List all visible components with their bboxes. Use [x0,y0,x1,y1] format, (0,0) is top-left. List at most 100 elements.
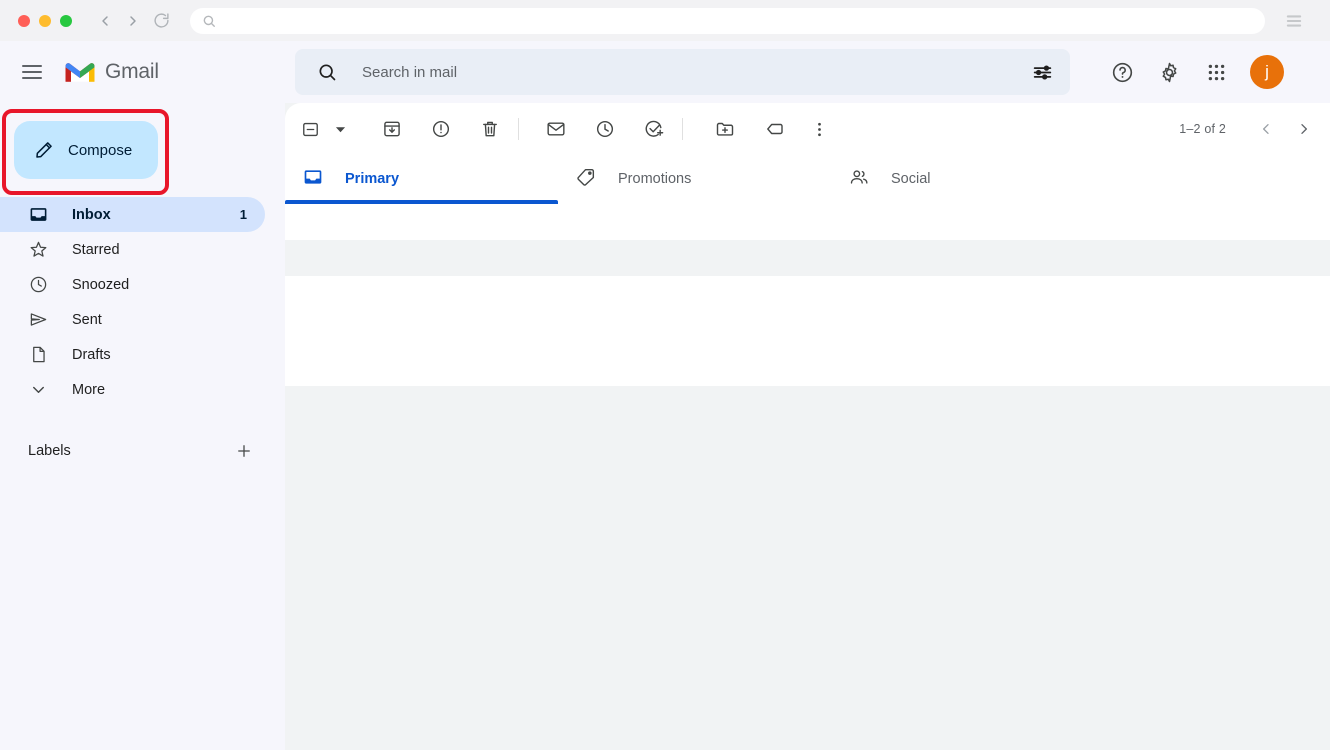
toolbar-divider-2 [682,118,683,140]
folder-move-icon [715,119,735,139]
compose-label: Compose [68,142,132,159]
add-to-tasks-button[interactable] [635,110,673,148]
sidebar-item-starred[interactable]: Starred [0,232,265,267]
inbox-unread-count: 1 [240,207,247,222]
url-bar[interactable] [190,8,1265,34]
archive-icon [382,119,402,139]
clock-icon [595,119,615,139]
prev-page-button[interactable] [1250,113,1282,145]
google-apps-button[interactable] [1197,53,1235,91]
tab-label: Primary [345,171,399,187]
inbox-tab-icon [303,167,323,191]
sidebar: Gmail Compose Inbox 1 Starred [0,41,285,750]
sidebar-item-snoozed[interactable]: Snoozed [0,267,265,302]
delete-button[interactable] [471,110,509,148]
next-page-button[interactable] [1288,113,1320,145]
sidebar-item-label: Inbox [72,207,111,223]
inbox-icon [28,205,48,225]
labels-section-header: Labels [0,433,285,469]
tune-icon [1032,62,1053,83]
more-vertical-icon [810,120,829,139]
compose-area: Compose [0,105,285,195]
sidebar-item-label: Snoozed [72,277,129,293]
hamburger-menu-icon [1284,13,1304,29]
create-label-button[interactable] [233,440,255,462]
sidebar-item-drafts[interactable]: Drafts [0,337,265,372]
chevron-right-icon [1296,121,1312,137]
sidebar-item-sent[interactable]: Sent [0,302,265,337]
search-header: Search in mail [285,41,1330,103]
minimize-window-button[interactable] [39,15,51,27]
draft-icon [28,345,48,365]
browser-menu-button[interactable] [1281,8,1307,34]
move-to-button[interactable] [706,110,744,148]
tab-label: Promotions [618,171,691,187]
sidebar-item-label: Drafts [72,347,111,363]
label-tag-icon [765,119,785,139]
archive-button[interactable] [373,110,411,148]
sidebar-nav: Inbox 1 Starred Snoozed Sent Draft [0,197,285,407]
search-icon [202,14,216,28]
envelope-icon [546,119,566,139]
gmail-logo[interactable]: Gmail [64,60,159,84]
tab-label: Social [891,171,931,187]
tab-promotions[interactable]: Promotions [558,155,831,203]
sidebar-item-more[interactable]: More [0,372,265,407]
gmail-m-icon [64,60,96,84]
maximize-window-button[interactable] [60,15,72,27]
search-options-button[interactable] [1022,52,1062,92]
help-button[interactable] [1103,53,1141,91]
tag-tab-icon [576,167,596,191]
more-options-button[interactable] [800,110,838,148]
table-row[interactable] [285,203,1330,240]
main-content: Search in mail [285,41,1330,750]
pagination-range: 1–2 of 2 [1179,122,1226,136]
gear-icon [1158,61,1181,84]
mail-toolbar: 1–2 of 2 [285,103,1330,155]
mark-unread-button[interactable] [537,110,575,148]
table-row[interactable] [285,240,1330,276]
chevron-left-icon [1258,121,1274,137]
toolbar-divider [518,118,519,140]
browser-nav [92,8,174,34]
window-controls [18,15,72,27]
main-menu-button[interactable] [22,59,48,85]
report-spam-button[interactable] [422,110,460,148]
snooze-button[interactable] [586,110,624,148]
select-all-checkbox-icon [301,120,320,139]
report-spam-icon [431,119,451,139]
labels-button[interactable] [756,110,794,148]
browser-chrome [0,0,1330,41]
people-tab-icon [849,167,869,191]
select-all-checkbox[interactable] [291,110,329,148]
plus-icon [235,442,253,460]
chevron-down-icon [28,380,48,400]
apps-grid-icon [1206,62,1227,83]
sidebar-item-inbox[interactable]: Inbox 1 [0,197,265,232]
tab-social[interactable]: Social [831,155,1104,203]
pagination: 1–2 of 2 [1179,113,1320,145]
caret-down-icon [335,124,346,135]
mail-rows [285,203,1330,312]
search-input[interactable]: Search in mail [295,49,1070,95]
labels-title: Labels [28,443,71,459]
trash-icon [480,119,500,139]
back-button[interactable] [92,8,118,34]
avatar[interactable]: j [1250,55,1284,89]
reload-button[interactable] [148,8,174,34]
select-dropdown-button[interactable] [329,114,351,144]
close-window-button[interactable] [18,15,30,27]
tab-primary[interactable]: Primary [285,155,558,203]
sidebar-item-label: More [72,382,105,398]
header-actions: j [1103,53,1284,91]
sidebar-item-label: Sent [72,312,102,328]
sidebar-item-label: Starred [72,242,120,258]
forward-button[interactable] [120,8,146,34]
star-icon [28,240,48,260]
send-icon [28,310,48,330]
search-placeholder: Search in mail [362,64,1022,81]
table-row[interactable] [285,276,1330,312]
compose-button[interactable]: Compose [14,121,158,179]
help-icon [1111,61,1134,84]
settings-button[interactable] [1150,53,1188,91]
